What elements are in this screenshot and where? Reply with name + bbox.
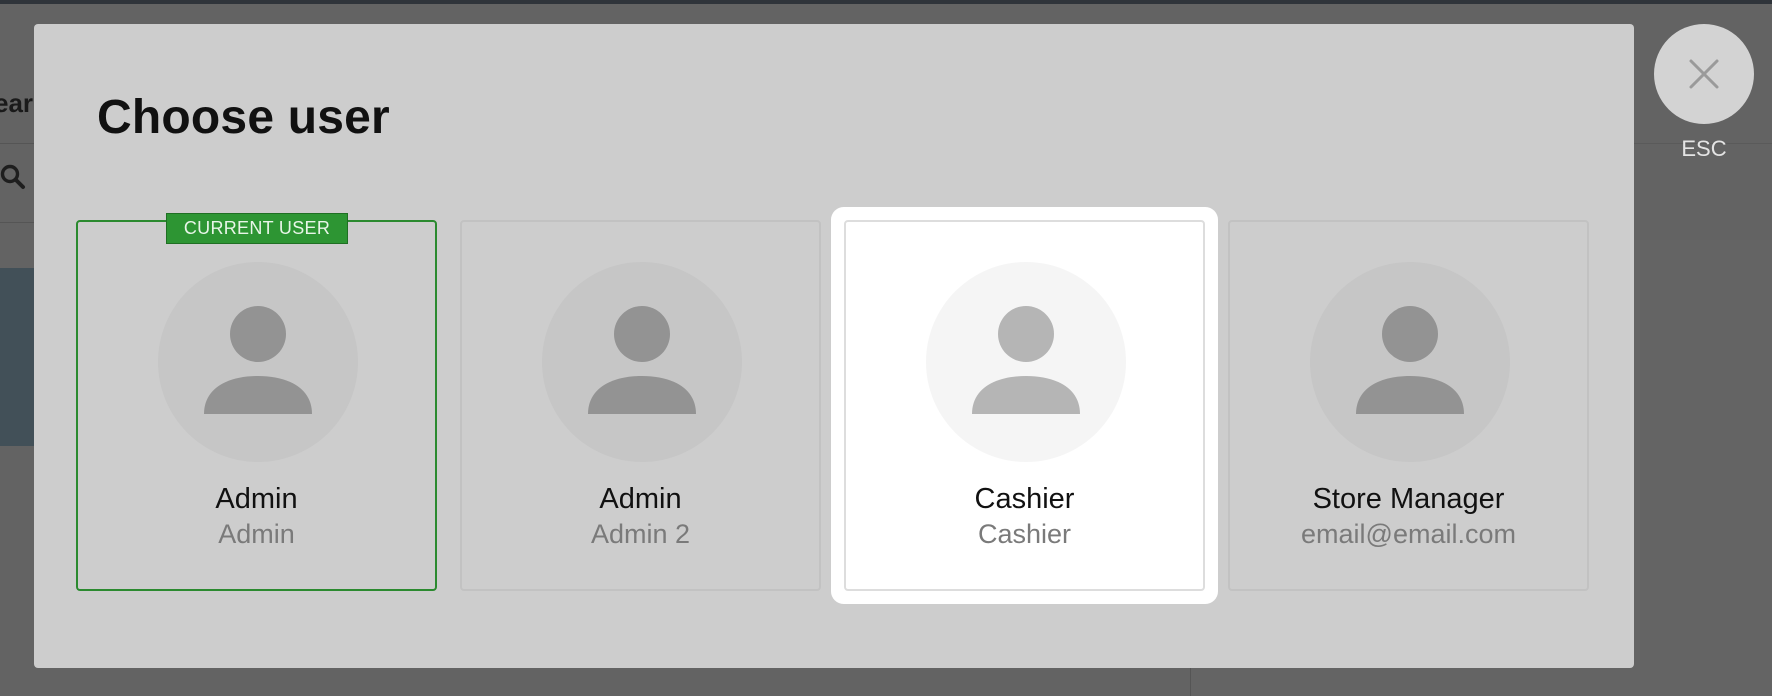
avatar	[926, 262, 1126, 462]
user-subtitle: Admin 2	[590, 519, 691, 549]
search-icon	[0, 164, 26, 190]
user-name: Store Manager	[1312, 483, 1505, 515]
avatar	[542, 262, 742, 462]
user-subtitle: email@email.com	[1301, 519, 1516, 549]
close-icon	[1689, 59, 1719, 89]
current-user-badge: CURRENT USER	[166, 213, 348, 244]
user-silhouette-icon	[204, 306, 312, 414]
close-button[interactable]	[1654, 24, 1754, 124]
esc-label: ESC	[1681, 136, 1727, 161]
avatar	[1310, 262, 1510, 462]
background-panel	[0, 268, 36, 446]
user-card-store-manager[interactable]: Store Manager email@email.com	[1228, 220, 1589, 591]
user-subtitle: Cashier	[977, 519, 1072, 549]
user-subtitle: Admin	[218, 519, 295, 549]
user-name: Cashier	[974, 483, 1075, 515]
background-heading: ear	[0, 88, 34, 118]
user-silhouette-icon	[972, 306, 1080, 414]
choose-user-dialog: Choose user CURRENT USER Admin Admin Adm…	[34, 24, 1634, 668]
user-name: Admin	[599, 483, 682, 515]
user-card-cashier[interactable]: Cashier Cashier	[844, 220, 1205, 591]
user-silhouette-icon	[1356, 306, 1464, 414]
user-card-admin-2[interactable]: Admin Admin 2	[460, 220, 821, 591]
user-card-admin[interactable]: CURRENT USER Admin Admin	[76, 213, 437, 591]
dialog-title: Choose user	[97, 91, 390, 144]
user-silhouette-icon	[588, 306, 696, 414]
avatar	[158, 262, 358, 462]
top-bar	[0, 0, 1772, 4]
user-name: Admin	[215, 483, 298, 515]
